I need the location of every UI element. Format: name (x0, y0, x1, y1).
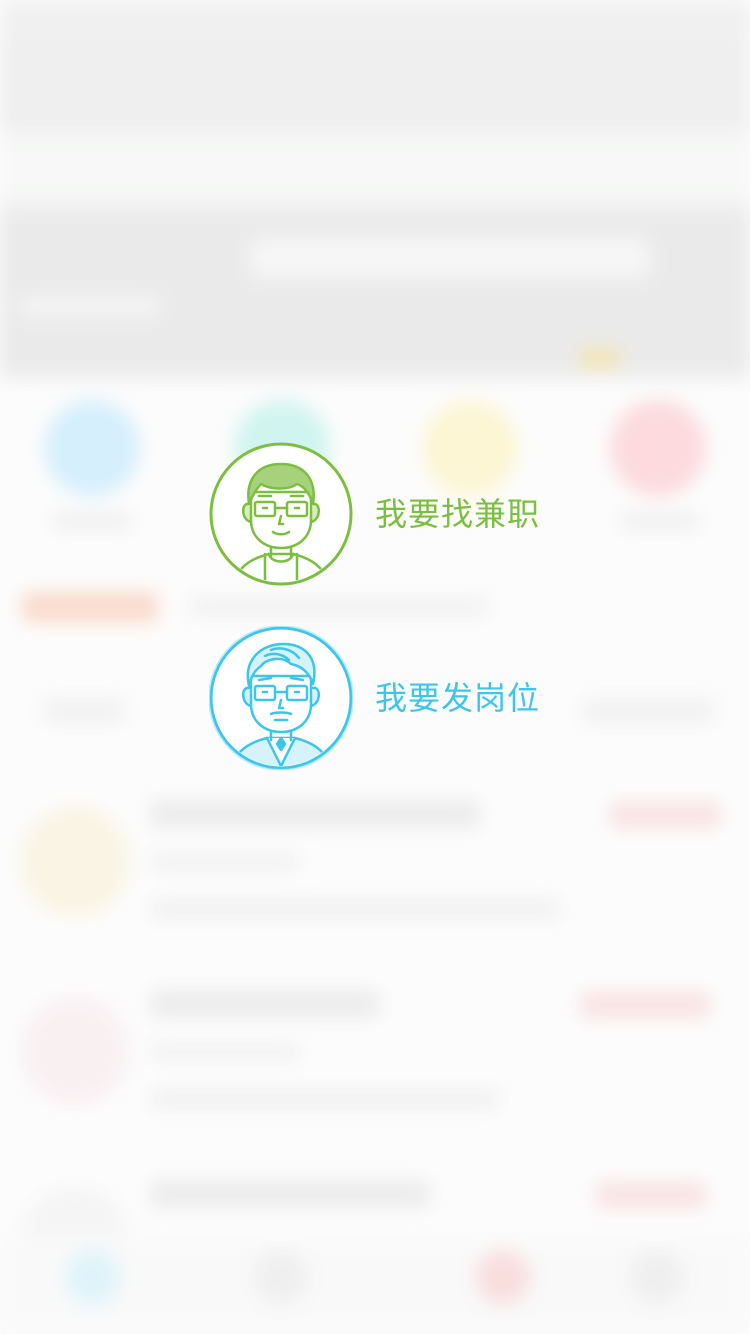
app-screen: 我要找兼职 我要发岗位 (0, 0, 750, 1334)
role-chooser-overlay: 我要找兼职 我要发岗位 (0, 0, 750, 1334)
young-man-with-glasses-icon (209, 442, 353, 586)
post-job-option[interactable]: 我要发岗位 (208, 625, 549, 771)
find-part-time-job-option[interactable]: 我要找兼职 (209, 442, 549, 586)
find-part-time-job-label: 我要找兼职 (375, 495, 541, 533)
older-man-with-glasses-and-tie-icon (208, 625, 354, 771)
post-job-label: 我要发岗位 (375, 679, 541, 717)
